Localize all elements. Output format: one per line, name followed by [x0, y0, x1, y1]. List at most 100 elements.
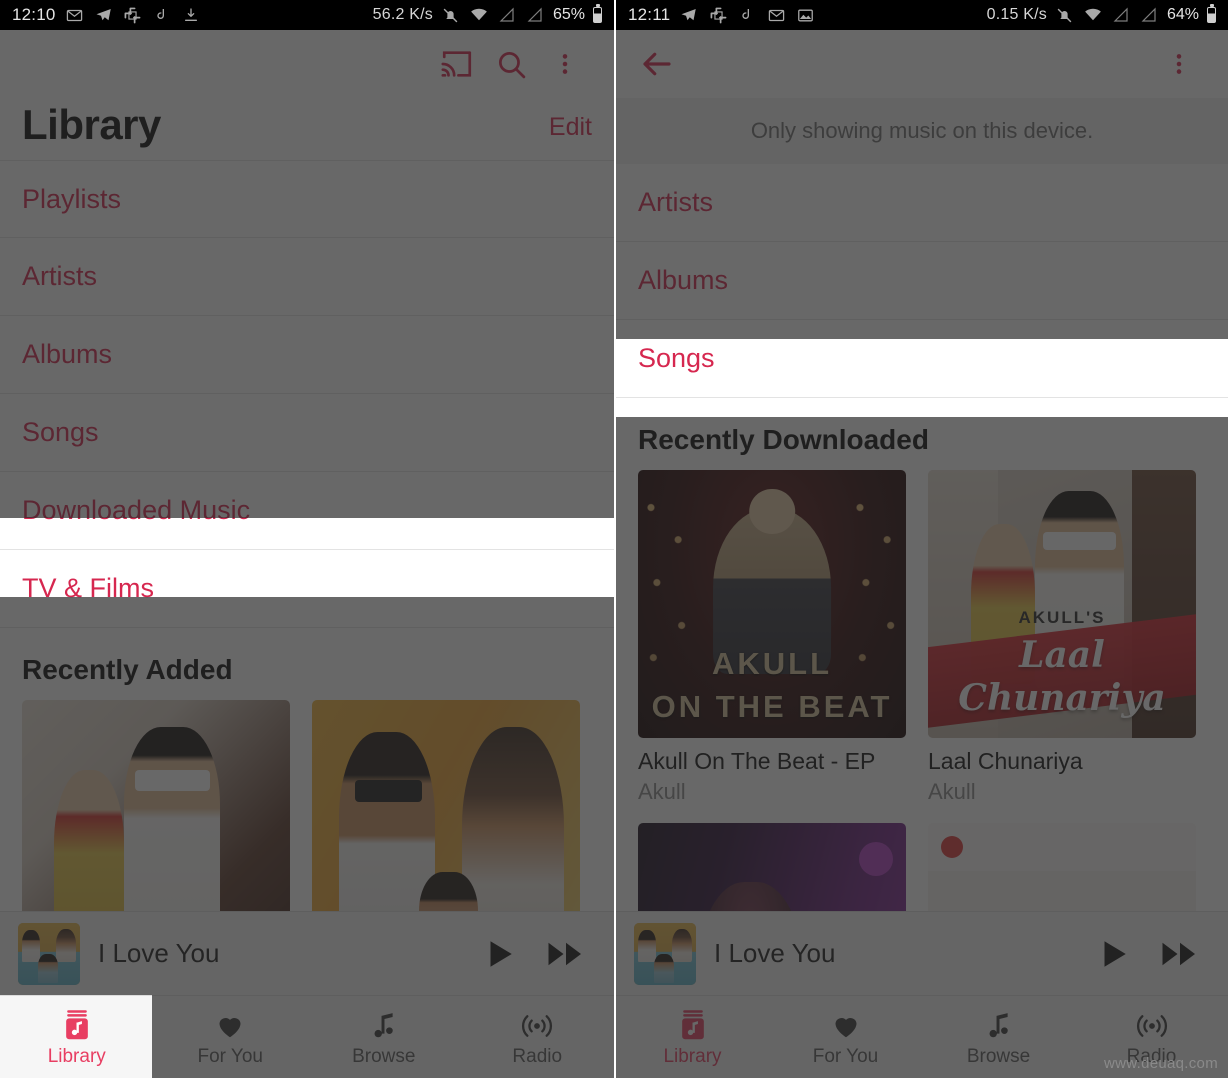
downloaded-item-songs[interactable]: Songs: [616, 320, 1228, 398]
library-icon: [678, 1007, 708, 1041]
slack-icon: [708, 5, 728, 25]
play-icon[interactable]: [482, 937, 516, 971]
tab-browse[interactable]: Browse: [307, 996, 461, 1078]
now-playing-artwork: [18, 922, 80, 985]
status-bar: 12:10 56.2 K/s 65%: [0, 0, 614, 30]
tab-library[interactable]: Library: [616, 996, 769, 1078]
right-screenshot-panel: 12:11 0.15 K/s 64% Only showing music on…: [614, 0, 1228, 1078]
status-bar-clock: 12:11: [628, 5, 671, 24]
music-note-icon: [984, 1007, 1014, 1041]
pocket-casts-icon: [737, 5, 757, 25]
library-menu-list: Playlists Artists Albums Songs Downloade…: [0, 160, 614, 628]
downloaded-item-albums[interactable]: Albums: [616, 242, 1228, 320]
library-item-label: Artists: [22, 261, 98, 291]
page-title-row: Library Edit: [0, 98, 614, 160]
wifi-icon: [1083, 5, 1103, 25]
status-bar-right: 0.15 K/s 64%: [987, 5, 1216, 25]
artwork-text-line2: ON THE BEAT: [651, 688, 893, 724]
fast-forward-icon[interactable]: [1160, 937, 1200, 971]
battery-icon: [593, 7, 602, 23]
battery-percent: 65%: [552, 6, 585, 23]
section-title-recently-added: Recently Added: [0, 628, 614, 700]
tab-radio[interactable]: Radio: [461, 996, 615, 1078]
library-item-downloaded-music[interactable]: Downloaded Music: [0, 472, 614, 550]
telegram-icon: [679, 5, 699, 25]
now-playing-artwork: [634, 922, 696, 985]
album-artist: Akull: [928, 779, 976, 804]
back-arrow-icon[interactable]: [630, 37, 684, 91]
mini-player-controls: [482, 937, 596, 971]
artwork-shape: [38, 953, 59, 984]
more-options-icon[interactable]: [538, 37, 592, 91]
album-title: Akull On The Beat - EP: [638, 748, 876, 774]
downloaded-item-label: Songs: [638, 343, 715, 373]
library-item-label: Songs: [22, 417, 99, 447]
tab-label: For You: [812, 1045, 879, 1067]
search-icon[interactable]: [484, 37, 538, 91]
site-watermark: www.deuaq.com: [1104, 1055, 1218, 1072]
tab-label: Browse: [352, 1045, 416, 1067]
tab-library[interactable]: Library: [0, 996, 154, 1078]
device-only-notice: Only showing music on this device.: [616, 98, 1228, 164]
tab-browse[interactable]: Browse: [922, 996, 1075, 1078]
app-bar: [616, 30, 1228, 98]
wifi-icon: [469, 5, 489, 25]
library-item-label: TV & Films: [22, 573, 154, 603]
library-item-albums[interactable]: Albums: [0, 316, 614, 394]
signal-2-icon: [1139, 5, 1159, 25]
artwork-shape: [56, 928, 77, 963]
more-options-icon[interactable]: [1152, 37, 1206, 91]
library-item-songs[interactable]: Songs: [0, 394, 614, 472]
tab-for-you[interactable]: For You: [154, 996, 308, 1078]
edit-button[interactable]: Edit: [549, 113, 592, 146]
signal-1-icon: [497, 5, 517, 25]
status-bar-left: 12:11: [628, 5, 815, 25]
tab-label: For You: [197, 1045, 264, 1067]
artwork-shape: [928, 823, 1196, 872]
status-bar-right: 56.2 K/s 65%: [373, 5, 602, 25]
network-speed: 56.2 K/s: [372, 6, 433, 23]
library-item-artists[interactable]: Artists: [0, 238, 614, 316]
battery-percent: 64%: [1166, 6, 1199, 23]
downloaded-menu-list: Artists Albums Songs: [616, 164, 1228, 398]
library-item-label: Downloaded Music: [22, 495, 251, 525]
gmail-icon: [65, 5, 85, 25]
bottom-tab-bar: Library For You Browse Radio: [0, 995, 614, 1078]
music-note-icon: [369, 1007, 399, 1041]
artwork-shape: [1043, 531, 1116, 551]
artwork-shape: [123, 726, 221, 931]
notifications-muted-icon: [1055, 5, 1075, 25]
artwork-text-line1: AKULL: [711, 645, 833, 681]
status-bar-left: 12:10: [12, 5, 201, 25]
tutorial-screenshot-pair: 12:10 56.2 K/s 65% Library Edit Playlist…: [0, 0, 1228, 1078]
downloaded-item-artists[interactable]: Artists: [616, 164, 1228, 242]
notifications-muted-icon: [441, 5, 461, 25]
artwork-shape: [749, 488, 795, 535]
album-card[interactable]: AKULL'S Laal Chunariya Laal Chunariya Ak…: [928, 470, 1196, 805]
library-item-playlists[interactable]: Playlists: [0, 160, 614, 238]
page-title: Library: [22, 101, 161, 148]
cast-icon[interactable]: [430, 37, 484, 91]
now-playing-title: I Love You: [98, 938, 220, 968]
signal-2-icon: [525, 5, 545, 25]
artwork-shape: [858, 841, 893, 876]
section-title-recently-downloaded: Recently Downloaded: [616, 398, 1228, 470]
status-bar-clock: 12:10: [12, 5, 56, 24]
signal-1-icon: [1111, 5, 1131, 25]
download-icon: [181, 5, 201, 25]
heart-icon: [214, 1007, 246, 1041]
slack-icon: [123, 5, 143, 25]
fast-forward-icon[interactable]: [546, 937, 586, 971]
artwork-shape: [637, 929, 657, 963]
album-card[interactable]: AKULL ON THE BEAT Akull On The Beat - EP…: [638, 470, 906, 805]
gmail-icon: [766, 5, 786, 25]
mini-player[interactable]: I Love You: [616, 911, 1228, 995]
mini-player[interactable]: I Love You: [0, 911, 614, 995]
album-artist: Akull: [638, 779, 686, 804]
artwork-shape: [672, 928, 693, 963]
photos-icon: [795, 5, 815, 25]
tab-for-you[interactable]: For You: [769, 996, 922, 1078]
play-icon[interactable]: [1096, 937, 1130, 971]
library-item-tv-and-films[interactable]: TV & Films: [0, 550, 614, 628]
artwork-shape: [21, 929, 41, 963]
